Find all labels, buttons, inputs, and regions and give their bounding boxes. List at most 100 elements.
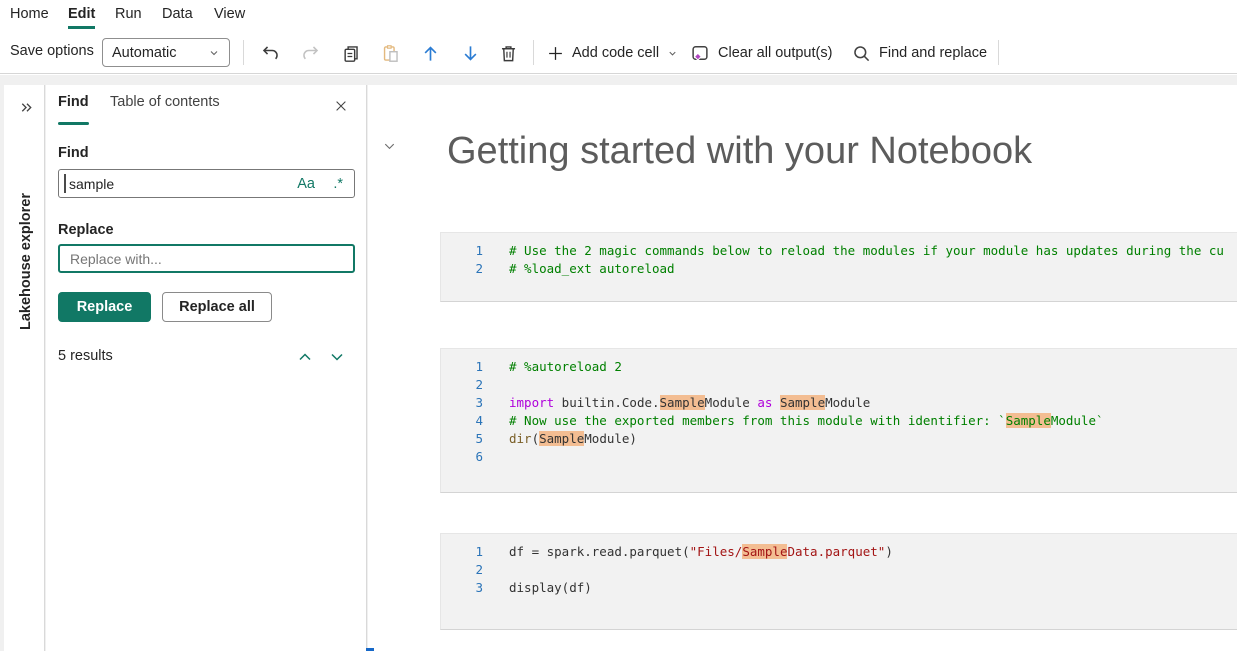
code-token: Module` <box>1051 413 1104 428</box>
code-token: Module <box>825 395 870 410</box>
code-line: 4# Now use the exported members from thi… <box>441 412 1237 430</box>
line-number: 2 <box>441 260 483 278</box>
redo-button[interactable] <box>294 37 326 69</box>
active-tab-underline <box>58 122 89 125</box>
expand-pane-button[interactable] <box>14 95 38 119</box>
notebook-app-window: Home Edit Run Data View Save options Aut… <box>0 0 1237 651</box>
delete-cell-button[interactable] <box>492 37 524 69</box>
line-number: 1 <box>441 543 483 561</box>
code-text[interactable]: dir(SampleModule) <box>509 431 637 446</box>
replace-input[interactable] <box>58 244 355 273</box>
code-line: 3display(df) <box>441 579 1237 597</box>
results-count: 5 results <box>58 348 113 364</box>
search-match-highlight: Sample <box>1006 413 1051 428</box>
code-line: 3import builtin.Code.SampleModule as Sam… <box>441 394 1237 412</box>
code-line: 5dir(SampleModule) <box>441 430 1237 448</box>
code-token: builtin.Code. <box>554 395 659 410</box>
clear-all-outputs-button[interactable]: Clear all output(s) <box>690 37 832 69</box>
eraser-icon <box>690 43 710 63</box>
code-token: # %autoreload 2 <box>509 359 622 374</box>
replace-button[interactable]: Replace <box>58 292 151 322</box>
code-cell-3[interactable]: 1 df = spark.read.parquet("Files/SampleDa… <box>440 533 1237 630</box>
replace-input-wrap <box>58 244 355 273</box>
double-chevron-right-icon <box>19 100 34 115</box>
code-text[interactable]: import builtin.Code.SampleModule as Samp… <box>509 395 870 410</box>
search-match-highlight: Sample <box>780 395 825 410</box>
code-token <box>772 395 780 410</box>
code-token: "Files/ <box>690 544 743 559</box>
line-number: 2 <box>441 561 483 579</box>
code-token: Module) <box>584 431 637 446</box>
add-code-cell-label: Add code cell <box>572 45 659 61</box>
line-number: 3 <box>441 394 483 412</box>
toolbar-separator <box>243 40 244 65</box>
code-token: # Use the 2 magic commands below to relo… <box>509 243 1224 258</box>
code-token: import <box>509 395 554 410</box>
regex-toggle[interactable]: .* <box>333 169 343 198</box>
collapse-section-button[interactable] <box>380 138 398 154</box>
menu-item-home[interactable]: Home <box>10 0 49 29</box>
paste-button[interactable] <box>374 37 406 69</box>
move-cell-down-button[interactable] <box>454 37 486 69</box>
arrow-up-icon <box>421 44 440 63</box>
toolbar-separator <box>998 40 999 65</box>
chevron-down-icon <box>382 139 397 154</box>
replace-all-button[interactable]: Replace all <box>162 292 272 322</box>
code-line: 6 <box>441 448 1237 466</box>
copy-button[interactable] <box>334 37 366 69</box>
line-number: 2 <box>441 376 483 394</box>
trash-icon <box>499 44 518 63</box>
add-code-cell-button[interactable]: Add code cell <box>547 37 678 69</box>
lakehouse-explorer-collapsed-pane: Lakehouse explorer <box>4 85 45 651</box>
content-area: Lakehouse explorer Find Table of content… <box>0 75 1237 651</box>
next-result-button[interactable] <box>326 347 348 367</box>
code-text[interactable]: # %load_ext autoreload <box>509 261 675 276</box>
code-token: Data.parquet" <box>787 544 885 559</box>
code-text[interactable]: # Use the 2 magic commands below to relo… <box>509 243 1224 258</box>
lakehouse-explorer-label: Lakehouse explorer <box>18 193 34 330</box>
autosave-dropdown[interactable]: Automatic <box>102 38 230 67</box>
tab-table-of-contents[interactable]: Table of contents <box>110 94 220 110</box>
menu-item-view[interactable]: View <box>214 0 245 29</box>
find-and-replace-button[interactable]: Find and replace <box>852 37 987 69</box>
clear-all-outputs-label: Clear all output(s) <box>718 45 832 61</box>
code-token: # %load_ext autoreload <box>509 261 675 276</box>
code-text[interactable]: df = spark.read.parquet("Files/SampleDat… <box>509 544 893 559</box>
menu-item-edit[interactable]: Edit <box>68 0 95 29</box>
tab-find[interactable]: Find <box>58 94 89 110</box>
code-token: ) <box>885 544 893 559</box>
move-cell-up-button[interactable] <box>414 37 446 69</box>
code-text[interactable]: # Now use the exported members from this… <box>509 413 1104 428</box>
line-number: 1 <box>441 358 483 376</box>
code-cell-1[interactable]: 1# Use the 2 magic commands below to rel… <box>440 232 1237 302</box>
code-token: df = spark.read.parquet( <box>509 544 690 559</box>
search-icon <box>852 44 871 63</box>
toolbar: Save options Automatic <box>0 30 1237 74</box>
arrow-down-icon <box>461 44 480 63</box>
code-line: 2 # %load_ext autoreload <box>441 260 1237 278</box>
notebook-title: Getting started with your Notebook <box>447 130 1032 173</box>
notebook-canvas: Getting started with your Notebook 1# Us… <box>368 85 1237 651</box>
code-cell-2[interactable]: 1# %autoreload 223import builtin.Code.Sa… <box>440 348 1237 493</box>
undo-button[interactable] <box>254 37 286 69</box>
code-token: as <box>757 395 772 410</box>
toolbar-separator <box>533 40 534 65</box>
code-token: # Now use the exported members from this… <box>509 413 1006 428</box>
chevron-down-icon <box>667 48 678 59</box>
code-text[interactable]: # %autoreload 2 <box>509 359 622 374</box>
match-case-toggle[interactable]: Aa <box>297 169 315 198</box>
previous-result-button[interactable] <box>294 347 316 367</box>
menu-bar: Home Edit Run Data View <box>0 0 1237 30</box>
close-icon <box>334 99 348 113</box>
code-text[interactable]: display(df) <box>509 580 592 595</box>
text-caret <box>64 174 66 193</box>
autosave-dropdown-value: Automatic <box>112 45 176 61</box>
search-match-highlight: Sample <box>660 395 705 410</box>
code-line: 1 df = spark.read.parquet("Files/SampleDa… <box>441 543 1237 561</box>
find-field-label: Find <box>58 145 89 161</box>
menu-item-run[interactable]: Run <box>115 0 142 29</box>
menu-item-data[interactable]: Data <box>162 0 193 29</box>
code-token: ( <box>532 431 540 446</box>
code-line: 2 <box>441 561 1237 579</box>
close-panel-button[interactable] <box>330 95 352 117</box>
